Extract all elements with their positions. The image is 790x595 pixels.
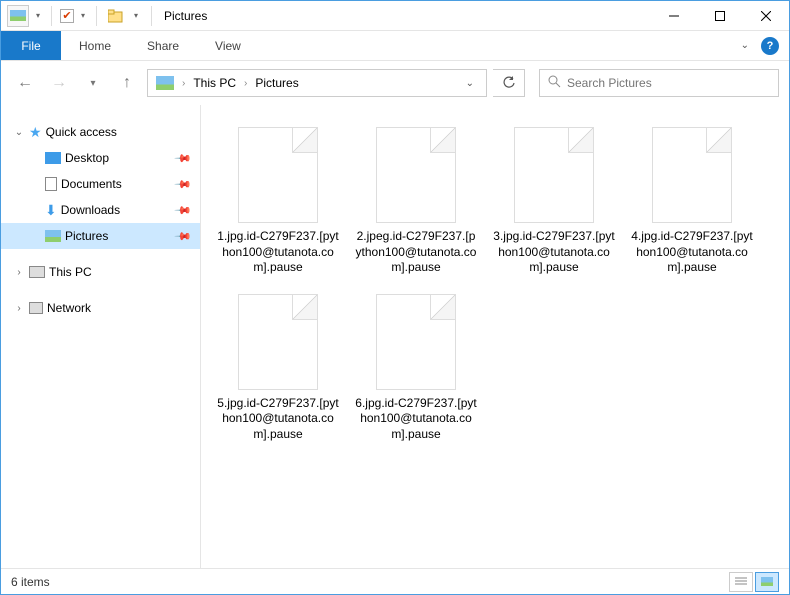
- tree-label: Quick access: [46, 125, 117, 139]
- window-controls: [651, 1, 789, 31]
- file-name: 5.jpg.id-C279F237.[python100@tutanota.co…: [217, 396, 339, 443]
- search-icon: [548, 75, 561, 91]
- app-icon[interactable]: [7, 5, 29, 27]
- properties-checkbox[interactable]: ✔: [60, 9, 74, 23]
- address-bar[interactable]: › This PC › Pictures ⌄: [147, 69, 487, 97]
- file-name: 6.jpg.id-C279F237.[python100@tutanota.co…: [355, 396, 477, 443]
- separator: [51, 6, 52, 26]
- file-item[interactable]: 1.jpg.id-C279F237.[python100@tutanota.co…: [213, 123, 343, 280]
- search-input[interactable]: [567, 76, 770, 90]
- maximize-button[interactable]: [697, 1, 743, 31]
- tree-label: Network: [47, 301, 91, 315]
- expand-icon[interactable]: ›: [13, 267, 25, 278]
- document-icon: [45, 177, 57, 191]
- tree-label: Desktop: [65, 151, 109, 165]
- qat-customize-caret-icon[interactable]: ▾: [131, 11, 141, 20]
- file-item[interactable]: 4.jpg.id-C279F237.[python100@tutanota.co…: [627, 123, 757, 280]
- navigation-bar: ← → ▾ ↑ › This PC › Pictures ⌄: [1, 61, 789, 105]
- status-bar: 6 items: [1, 568, 789, 594]
- pin-icon: 📌: [174, 149, 193, 168]
- window-title: Pictures: [156, 9, 651, 23]
- file-icon: [514, 127, 594, 223]
- title-bar: ▾ ✔ ▾ ▾ Pictures: [1, 1, 789, 31]
- file-item[interactable]: 6.jpg.id-C279F237.[python100@tutanota.co…: [351, 290, 481, 447]
- tree-label: Pictures: [65, 229, 108, 243]
- close-button[interactable]: [743, 1, 789, 31]
- expand-icon[interactable]: ›: [13, 303, 25, 314]
- file-item[interactable]: 3.jpg.id-C279F237.[python100@tutanota.co…: [489, 123, 619, 280]
- search-box[interactable]: [539, 69, 779, 97]
- app-menu-caret-icon[interactable]: ▾: [33, 11, 43, 20]
- file-item[interactable]: 5.jpg.id-C279F237.[python100@tutanota.co…: [213, 290, 343, 447]
- pin-icon: 📌: [174, 175, 193, 194]
- back-button[interactable]: ←: [11, 69, 39, 97]
- tree-this-pc[interactable]: › This PC: [1, 259, 200, 285]
- chevron-right-icon[interactable]: ›: [242, 78, 249, 89]
- separator: [96, 6, 97, 26]
- file-name: 2.jpeg.id-C279F237.[python100@tutanota.c…: [355, 229, 477, 276]
- file-name: 1.jpg.id-C279F237.[python100@tutanota.co…: [217, 229, 339, 276]
- tree-item-desktop[interactable]: Desktop 📌: [1, 145, 200, 171]
- tree-label: This PC: [49, 265, 92, 279]
- tab-share[interactable]: Share: [129, 31, 197, 60]
- download-icon: ⬇: [45, 202, 57, 219]
- file-icon: [652, 127, 732, 223]
- file-icon: [376, 127, 456, 223]
- body: ⌄ ★ Quick access Desktop 📌 Documents 📌 ⬇…: [1, 105, 789, 568]
- pin-icon: 📌: [174, 227, 193, 246]
- file-list[interactable]: 1.jpg.id-C279F237.[python100@tutanota.co…: [201, 105, 789, 568]
- file-tab[interactable]: File: [1, 31, 61, 60]
- file-item[interactable]: 2.jpeg.id-C279F237.[python100@tutanota.c…: [351, 123, 481, 280]
- tree-network[interactable]: › Network: [1, 295, 200, 321]
- collapse-icon[interactable]: ⌄: [13, 127, 25, 138]
- file-icon: [238, 294, 318, 390]
- refresh-button[interactable]: [493, 69, 525, 97]
- tree-item-downloads[interactable]: ⬇ Downloads 📌: [1, 197, 200, 223]
- file-name: 4.jpg.id-C279F237.[python100@tutanota.co…: [631, 229, 753, 276]
- details-view-button[interactable]: [729, 572, 753, 592]
- quick-access-toolbar: ▾ ✔ ▾ ▾: [1, 5, 147, 27]
- tree-label: Documents: [61, 177, 122, 191]
- star-icon: ★: [29, 124, 42, 141]
- properties-caret-icon[interactable]: ▾: [78, 11, 88, 20]
- file-icon: [238, 127, 318, 223]
- thumbnails-view-button[interactable]: [755, 572, 779, 592]
- this-pc-icon: [29, 266, 45, 278]
- expand-ribbon-icon[interactable]: ⌄: [741, 40, 749, 51]
- file-icon: [376, 294, 456, 390]
- ribbon: File Home Share View ⌄ ?: [1, 31, 789, 61]
- location-pictures-icon: [156, 76, 174, 90]
- tab-view[interactable]: View: [197, 31, 259, 60]
- help-icon[interactable]: ?: [761, 37, 779, 55]
- network-icon: [29, 302, 43, 314]
- chevron-right-icon[interactable]: ›: [180, 78, 187, 89]
- tree-quick-access[interactable]: ⌄ ★ Quick access: [1, 119, 200, 145]
- item-count: 6 items: [11, 575, 50, 589]
- minimize-button[interactable]: [651, 1, 697, 31]
- separator: [151, 6, 152, 26]
- recent-locations-caret-icon[interactable]: ▾: [79, 69, 107, 97]
- tree-item-documents[interactable]: Documents 📌: [1, 171, 200, 197]
- forward-button[interactable]: →: [45, 69, 73, 97]
- file-name: 3.jpg.id-C279F237.[python100@tutanota.co…: [493, 229, 615, 276]
- new-folder-icon[interactable]: [105, 5, 127, 27]
- tab-home[interactable]: Home: [61, 31, 129, 60]
- pictures-icon: [45, 230, 61, 242]
- tree-item-pictures[interactable]: Pictures 📌: [1, 223, 200, 249]
- up-button[interactable]: ↑: [113, 69, 141, 97]
- breadcrumb-this-pc[interactable]: This PC: [189, 76, 240, 90]
- breadcrumb-pictures[interactable]: Pictures: [251, 76, 302, 90]
- address-dropdown-caret-icon[interactable]: ⌄: [458, 78, 482, 89]
- tree-label: Downloads: [61, 203, 120, 217]
- view-mode-buttons: [729, 572, 779, 592]
- pin-icon: 📌: [174, 201, 193, 220]
- desktop-icon: [45, 152, 61, 164]
- navigation-pane: ⌄ ★ Quick access Desktop 📌 Documents 📌 ⬇…: [1, 105, 201, 568]
